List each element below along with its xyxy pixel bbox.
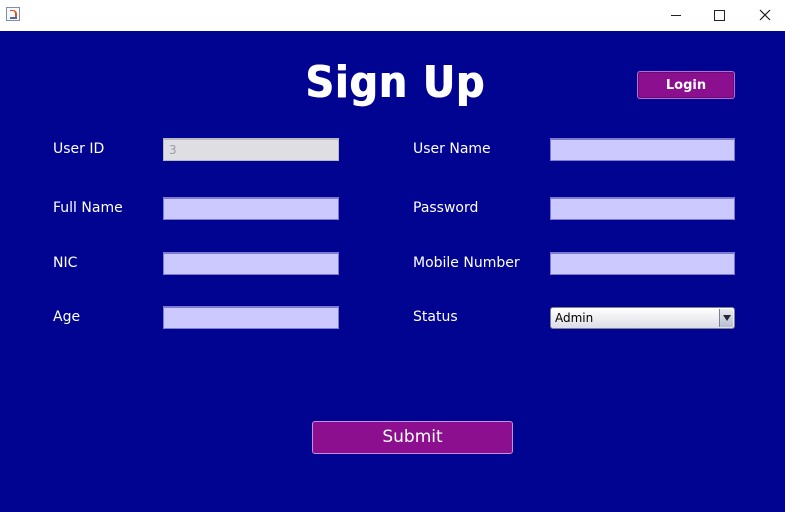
java-icon [6, 7, 20, 21]
login-button[interactable]: Login [637, 71, 735, 99]
nic-label: NIC [53, 255, 78, 271]
user-id-field: 3 [163, 138, 339, 161]
mobile-number-label: Mobile Number [413, 255, 520, 271]
page-title: Sign Up [305, 57, 485, 108]
age-field[interactable] [163, 306, 339, 329]
status-select[interactable]: Admin [550, 307, 735, 329]
mobile-number-field[interactable] [550, 252, 735, 275]
password-field[interactable] [550, 197, 735, 220]
age-label: Age [53, 309, 81, 325]
full-name-field[interactable] [163, 197, 339, 220]
chevron-down-icon[interactable] [719, 309, 733, 327]
full-name-label: Full Name [53, 200, 123, 216]
title-bar [0, 0, 785, 32]
nic-field[interactable] [163, 252, 339, 275]
close-icon[interactable] [742, 0, 785, 31]
user-id-label: User ID [53, 141, 105, 157]
password-label: Password [413, 200, 479, 216]
maximize-icon[interactable] [696, 0, 742, 31]
status-label: Status [413, 309, 458, 325]
user-name-label: User Name [413, 141, 491, 157]
user-name-field[interactable] [550, 138, 735, 161]
minimize-icon[interactable] [653, 0, 699, 31]
submit-button[interactable]: Submit [312, 421, 513, 454]
status-selected-value: Admin [555, 311, 594, 325]
